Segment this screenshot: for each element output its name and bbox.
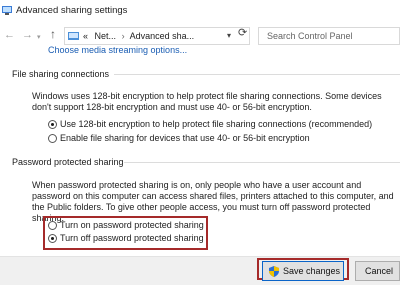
radio-unselected-icon[interactable] bbox=[48, 134, 57, 143]
control-panel-icon bbox=[68, 32, 79, 40]
breadcrumb-network[interactable]: Net... bbox=[95, 31, 117, 41]
address-bar[interactable]: « Net... › Advanced sha... ▾ bbox=[64, 27, 250, 45]
section-divider bbox=[124, 162, 400, 163]
save-changes-button[interactable]: Save changes bbox=[262, 261, 344, 281]
file-sharing-description: Windows uses 128-bit encryption to help … bbox=[32, 91, 382, 112]
uac-shield-icon bbox=[269, 266, 279, 277]
breadcrumb-advanced-sharing[interactable]: Advanced sha... bbox=[130, 31, 195, 41]
save-label: Save changes bbox=[283, 266, 341, 276]
recent-chevron-icon[interactable]: ▾ bbox=[37, 31, 41, 45]
back-arrow-icon[interactable]: ← bbox=[4, 28, 15, 42]
radio-selected-icon[interactable] bbox=[48, 120, 57, 129]
search-placeholder: Search Control Panel bbox=[267, 31, 353, 41]
password-sharing-heading: Password protected sharing bbox=[12, 157, 124, 167]
file-sharing-heading: File sharing connections bbox=[12, 69, 110, 79]
breadcrumb-separator-icon: › bbox=[121, 31, 125, 41]
title-bar: Advanced sharing settings bbox=[0, 0, 400, 22]
refresh-icon[interactable]: ⟳ bbox=[238, 26, 247, 39]
chevron-down-icon[interactable]: ▾ bbox=[227, 31, 231, 40]
radio-unselected-icon[interactable] bbox=[48, 221, 57, 230]
cancel-button[interactable]: Cancel bbox=[355, 261, 400, 281]
radio-selected-icon[interactable] bbox=[48, 234, 57, 243]
section-divider bbox=[114, 74, 400, 75]
media-streaming-link[interactable]: Choose media streaming options... bbox=[48, 45, 187, 55]
cancel-label: Cancel bbox=[365, 266, 394, 276]
search-input[interactable]: Search Control Panel bbox=[258, 27, 400, 45]
window-title: Advanced sharing settings bbox=[16, 5, 128, 16]
network-icon bbox=[2, 6, 12, 15]
forward-arrow-icon[interactable]: → bbox=[22, 28, 33, 42]
up-arrow-icon[interactable]: ↑ bbox=[50, 27, 56, 41]
breadcrumb-overflow[interactable]: « bbox=[83, 31, 88, 41]
